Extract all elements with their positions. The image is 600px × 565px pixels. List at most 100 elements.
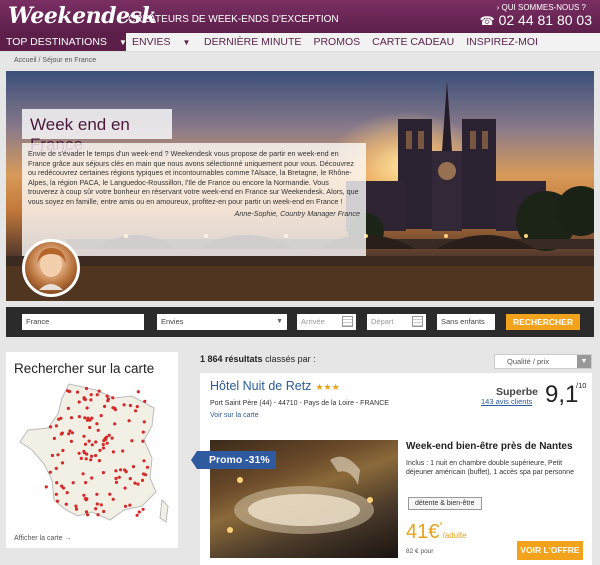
map-marker[interactable] — [123, 468, 127, 472]
map-marker[interactable] — [99, 503, 103, 507]
map-marker[interactable] — [82, 397, 86, 401]
map-marker[interactable] — [95, 492, 99, 496]
map-marker[interactable] — [54, 492, 58, 496]
map-marker[interactable] — [96, 513, 100, 517]
map-marker[interactable] — [101, 471, 105, 475]
map-marker[interactable] — [82, 434, 86, 438]
calendar-icon[interactable] — [342, 316, 353, 327]
nav-inspirez-moi[interactable]: INSPIREZ-MOI — [460, 33, 544, 51]
map-marker[interactable] — [142, 420, 146, 424]
map-marker[interactable] — [85, 406, 89, 410]
map-marker[interactable] — [135, 405, 139, 409]
nav-derniere-minute[interactable]: DERNIÈRE MINUTE — [196, 33, 307, 51]
map-marker[interactable] — [107, 433, 111, 437]
reviews-link[interactable]: 143 avis clients — [481, 397, 532, 406]
map-marker[interactable] — [113, 422, 117, 426]
hotel-map-link[interactable]: Voir sur la carte — [210, 412, 259, 419]
map-marker[interactable] — [89, 398, 93, 402]
map-marker[interactable] — [75, 390, 80, 394]
map-marker[interactable] — [119, 468, 123, 472]
map-marker[interactable] — [84, 481, 88, 485]
map-marker[interactable] — [114, 469, 118, 473]
map-marker[interactable] — [65, 491, 69, 495]
map-marker[interactable] — [94, 440, 98, 444]
map-marker[interactable] — [102, 509, 106, 514]
map-marker[interactable] — [87, 439, 91, 443]
map-marker[interactable] — [84, 510, 89, 514]
departure-date-input[interactable]: Départ — [367, 314, 426, 330]
map-marker[interactable] — [104, 435, 109, 439]
map-marker[interactable] — [135, 513, 139, 517]
map-marker[interactable] — [60, 461, 65, 465]
map-marker[interactable] — [130, 439, 134, 443]
nav-promos[interactable]: PROMOS — [307, 33, 366, 51]
map-marker[interactable] — [64, 502, 68, 506]
map-marker[interactable] — [57, 417, 61, 421]
map-marker[interactable] — [131, 465, 136, 469]
map-marker[interactable] — [122, 403, 126, 407]
map-marker[interactable] — [49, 425, 53, 429]
map-marker[interactable] — [50, 453, 55, 458]
map-marker[interactable] — [99, 414, 103, 418]
map-marker[interactable] — [85, 452, 89, 456]
map-marker[interactable] — [89, 458, 93, 462]
map-marker[interactable] — [128, 503, 132, 507]
sort-select[interactable]: Qualité / prix ▼ — [494, 354, 592, 369]
map-marker[interactable] — [67, 432, 71, 436]
map-marker[interactable] — [97, 459, 101, 463]
destination-input[interactable]: France — [22, 314, 144, 330]
map-marker[interactable] — [141, 430, 145, 434]
map-marker[interactable] — [123, 504, 128, 508]
map-marker[interactable] — [94, 453, 98, 458]
map-marker[interactable] — [90, 443, 94, 447]
map-marker[interactable] — [54, 466, 58, 470]
map-marker[interactable] — [108, 492, 112, 496]
calendar-icon[interactable] — [412, 316, 423, 327]
map-marker[interactable] — [141, 439, 145, 443]
map-marker[interactable] — [83, 442, 88, 446]
children-select[interactable]: Sans enfants — [437, 314, 495, 330]
map-marker[interactable] — [141, 507, 145, 511]
map-marker[interactable] — [84, 386, 89, 391]
arrival-date-input[interactable]: Arrivée — [297, 314, 356, 330]
map-marker[interactable] — [97, 389, 101, 393]
map-marker[interactable] — [103, 404, 107, 408]
map-marker[interactable] — [96, 428, 100, 432]
map-marker[interactable] — [55, 499, 60, 503]
map-marker[interactable] — [136, 482, 140, 486]
map-marker[interactable] — [127, 419, 131, 423]
map-marker[interactable] — [88, 425, 92, 430]
map-marker[interactable] — [113, 408, 117, 412]
map-marker[interactable] — [61, 448, 65, 453]
map-marker[interactable] — [142, 472, 146, 476]
map-marker[interactable] — [111, 497, 115, 501]
map-marker[interactable] — [81, 472, 85, 476]
map-marker[interactable] — [77, 400, 81, 404]
map-marker[interactable] — [90, 454, 94, 458]
map-marker[interactable] — [68, 389, 72, 394]
map-marker[interactable] — [94, 507, 98, 511]
map-marker[interactable] — [117, 475, 121, 479]
map-marker[interactable] — [52, 436, 57, 440]
map-marker[interactable] — [128, 477, 132, 481]
map-marker[interactable] — [95, 502, 99, 506]
view-offer-button[interactable]: VOIR L'OFFRE — [517, 541, 583, 560]
map-marker[interactable] — [143, 399, 147, 403]
map-marker[interactable] — [55, 481, 59, 485]
map-marker[interactable] — [71, 481, 75, 485]
map-marker[interactable] — [134, 409, 138, 413]
map-marker[interactable] — [89, 393, 93, 397]
map-marker[interactable] — [114, 476, 118, 481]
show-map-link[interactable]: Afficher la carte → — [14, 535, 71, 542]
nav-carte-cadeau[interactable]: CARTE CADEAU — [366, 33, 460, 51]
map-marker[interactable] — [68, 429, 72, 433]
map-marker[interactable] — [123, 486, 127, 490]
nav-envies[interactable]: ENVIES ▼ — [126, 33, 196, 51]
map-marker[interactable] — [82, 493, 86, 497]
nav-top-destinations[interactable]: TOP DESTINATIONS ▼ — [0, 33, 127, 51]
map-marker[interactable] — [66, 406, 70, 410]
map-marker[interactable] — [95, 393, 99, 397]
map-marker[interactable] — [121, 449, 125, 453]
map-marker[interactable] — [84, 457, 88, 461]
map-marker[interactable] — [101, 442, 105, 447]
